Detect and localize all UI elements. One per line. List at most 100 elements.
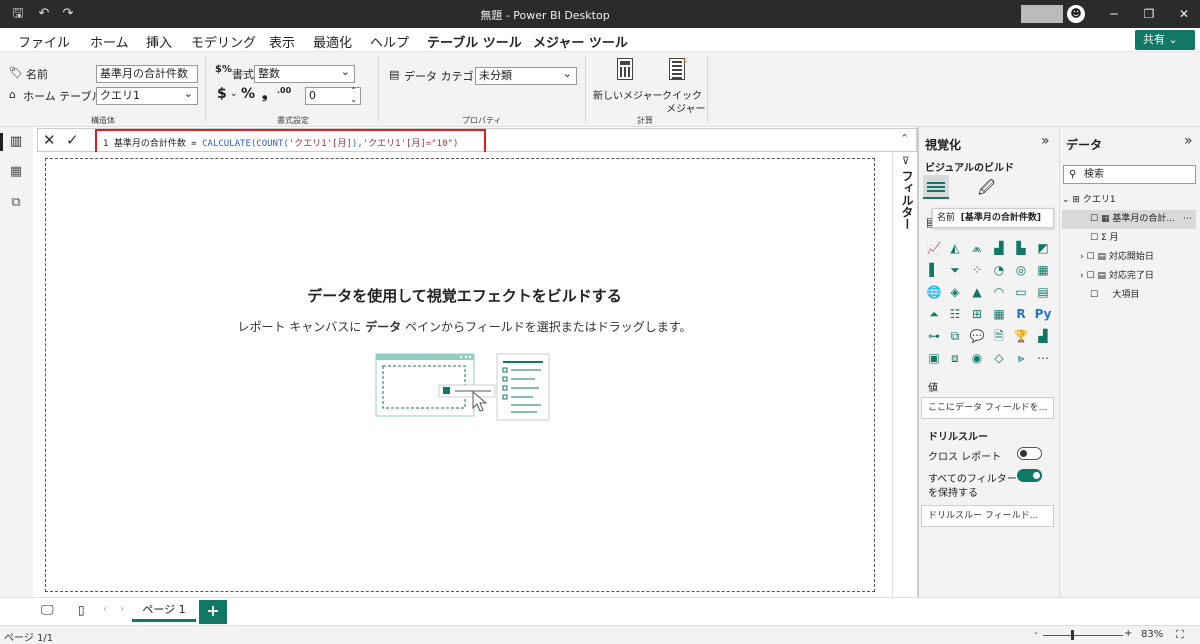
- decimal-button[interactable]: .00: [277, 86, 291, 95]
- calculator-icon[interactable]: [617, 58, 633, 80]
- menu-view[interactable]: 表示: [269, 32, 295, 51]
- line-chart-icon[interactable]: 📈: [925, 239, 943, 257]
- scatter-chart-icon[interactable]: ⁘: [968, 261, 986, 279]
- table-visual-icon[interactable]: ⊞: [968, 305, 986, 323]
- fit-to-page-icon[interactable]: ⛶: [1176, 628, 1184, 642]
- stepper-icon[interactable]: ⌃ ⌄: [350, 86, 357, 104]
- format-select[interactable]: 整数: [254, 64, 355, 83]
- python-visual-icon[interactable]: Py: [1034, 305, 1052, 323]
- currency-button[interactable]: $: [217, 86, 227, 102]
- more-options-icon[interactable]: ⋯: [1183, 210, 1192, 229]
- chevron-down-icon[interactable]: ⌄: [230, 89, 238, 99]
- funnel-icon[interactable]: ⏷: [946, 261, 964, 279]
- waterfall-chart-icon[interactable]: ▌: [925, 261, 943, 279]
- expand-icon[interactable]: ⌄: [1062, 195, 1070, 205]
- comma-button[interactable]: ❟: [262, 86, 268, 102]
- checkbox[interactable]: ☐: [1086, 252, 1094, 262]
- data-search-input[interactable]: ⚲ 検索: [1063, 165, 1196, 184]
- field-row[interactable]: › ☐ ▤ 対応完了日: [1062, 267, 1196, 286]
- account-name[interactable]: [1021, 5, 1063, 23]
- values-drop-slot[interactable]: ここにデータ フィールドを...: [921, 397, 1054, 419]
- menu-modeling[interactable]: モデリング: [191, 32, 256, 51]
- report-view-icon[interactable]: ▥: [8, 134, 24, 150]
- mobile-layout-icon[interactable]: ▯: [78, 603, 85, 617]
- cross-report-toggle[interactable]: [1017, 447, 1042, 460]
- cancel-icon[interactable]: ✕: [43, 131, 56, 149]
- treemap-icon[interactable]: ▦: [1034, 261, 1052, 279]
- drillthrough-drop-slot[interactable]: ドリルスルー フィールド...: [921, 505, 1054, 527]
- share-button[interactable]: 共有 ⌄: [1135, 30, 1195, 50]
- menu-table-tools[interactable]: テーブル ツール: [427, 32, 522, 51]
- map-icon[interactable]: 🌐: [925, 283, 943, 301]
- power-apps-icon[interactable]: ▣: [925, 349, 943, 367]
- gauge-icon[interactable]: ◠: [990, 283, 1008, 301]
- field-row[interactable]: ☐ 大項目: [1062, 286, 1196, 305]
- line-stacked-column-icon[interactable]: ▙: [1012, 239, 1030, 257]
- quick-measure-icon[interactable]: ⚡: [669, 55, 689, 80]
- desktop-layout-icon[interactable]: 🖵: [41, 603, 54, 618]
- collapse-pane-icon[interactable]: »: [1184, 133, 1193, 149]
- donut-chart-icon[interactable]: ◎: [1012, 261, 1030, 279]
- card-icon[interactable]: ▭: [1012, 283, 1030, 301]
- menu-file[interactable]: ファイル: [18, 32, 70, 51]
- more-visuals-icon[interactable]: ⋯: [1034, 349, 1052, 367]
- prev-page-icon[interactable]: ‹: [103, 604, 107, 615]
- format-visual-icon[interactable]: 🖉: [978, 177, 995, 204]
- ribbon-chart-icon[interactable]: ◩: [1034, 239, 1052, 257]
- next-page-icon[interactable]: ›: [120, 604, 124, 615]
- r-visual-icon[interactable]: R: [1012, 305, 1030, 323]
- multi-row-card-icon[interactable]: ▤: [1034, 283, 1052, 301]
- power-automate-icon[interactable]: ⧈: [946, 349, 964, 367]
- avatar-icon[interactable]: ☻: [1067, 5, 1085, 23]
- zoom-out-button[interactable]: -: [1034, 628, 1038, 639]
- restore-icon[interactable]: ❐: [1139, 4, 1159, 24]
- narrative-icon[interactable]: 🗎: [990, 327, 1008, 345]
- goals-icon[interactable]: 🏆: [1012, 327, 1030, 345]
- table-node[interactable]: ⌄ ⊞ クエリ1: [1062, 191, 1196, 210]
- matrix-icon[interactable]: ▦: [990, 305, 1008, 323]
- table-view-icon[interactable]: ▦: [8, 164, 24, 180]
- close-icon[interactable]: ✕: [1174, 4, 1194, 24]
- menu-home[interactable]: ホーム: [90, 32, 129, 51]
- model-view-icon[interactable]: ⧉: [8, 195, 24, 211]
- data-category-select[interactable]: 未分類: [475, 66, 577, 85]
- build-visual-tab[interactable]: [923, 175, 949, 199]
- field-row[interactable]: › ☐ ▤ 対応開始日: [1062, 248, 1196, 267]
- chevron-right-icon[interactable]: ›: [1080, 252, 1084, 262]
- filled-map-icon[interactable]: ◈: [946, 283, 964, 301]
- commit-icon[interactable]: ✓: [66, 131, 79, 149]
- field-row[interactable]: ☐ ▦ 基準月の合計... ⋯: [1062, 210, 1196, 229]
- percent-button[interactable]: %: [241, 86, 255, 102]
- menu-help[interactable]: ヘルプ: [370, 32, 409, 51]
- collapse-icon[interactable]: ⌃: [900, 132, 909, 145]
- zoom-slider[interactable]: [1043, 635, 1123, 636]
- checkbox[interactable]: ☐: [1090, 233, 1098, 243]
- pie-chart-icon[interactable]: ◔: [990, 261, 1008, 279]
- filters-pane-collapsed[interactable]: ⊽ フィルター: [892, 152, 917, 597]
- home-table-select[interactable]: クエリ1: [96, 86, 198, 105]
- page-tab[interactable]: ページ 1: [132, 600, 196, 622]
- name-input[interactable]: 基準月の合計件数: [96, 65, 198, 83]
- stacked-area-chart-icon[interactable]: ⩕: [968, 239, 986, 257]
- line-column-chart-icon[interactable]: ▟: [990, 239, 1008, 257]
- chevron-right-icon[interactable]: ›: [1080, 271, 1084, 281]
- chevron-visual-icon[interactable]: ⪢: [1012, 349, 1030, 367]
- keep-filters-toggle[interactable]: [1017, 469, 1042, 482]
- decimal-places-input[interactable]: 0 ⌃ ⌄: [305, 86, 361, 105]
- zoom-slider-thumb[interactable]: [1071, 630, 1074, 640]
- arcgis-icon[interactable]: ◉: [968, 349, 986, 367]
- zoom-in-button[interactable]: +: [1124, 628, 1132, 639]
- minimize-icon[interactable]: ─: [1104, 4, 1124, 24]
- area-chart-icon[interactable]: ◭: [946, 239, 964, 257]
- menu-insert[interactable]: 挿入: [146, 32, 172, 51]
- qa-icon[interactable]: 💬: [968, 327, 986, 345]
- quick-measure-label-2[interactable]: メジャー: [666, 100, 706, 115]
- kpi-icon[interactable]: ⏶: [925, 305, 943, 323]
- checkbox[interactable]: ☐: [1090, 214, 1098, 224]
- azure-map-icon[interactable]: ▲: [968, 283, 986, 301]
- field-row[interactable]: ☐ Σ 月: [1062, 229, 1196, 248]
- collapse-pane-icon[interactable]: »: [1041, 133, 1050, 149]
- checkbox[interactable]: ☐: [1086, 271, 1094, 281]
- decomposition-tree-icon[interactable]: ⧉: [946, 327, 964, 345]
- add-page-button[interactable]: +: [199, 600, 227, 624]
